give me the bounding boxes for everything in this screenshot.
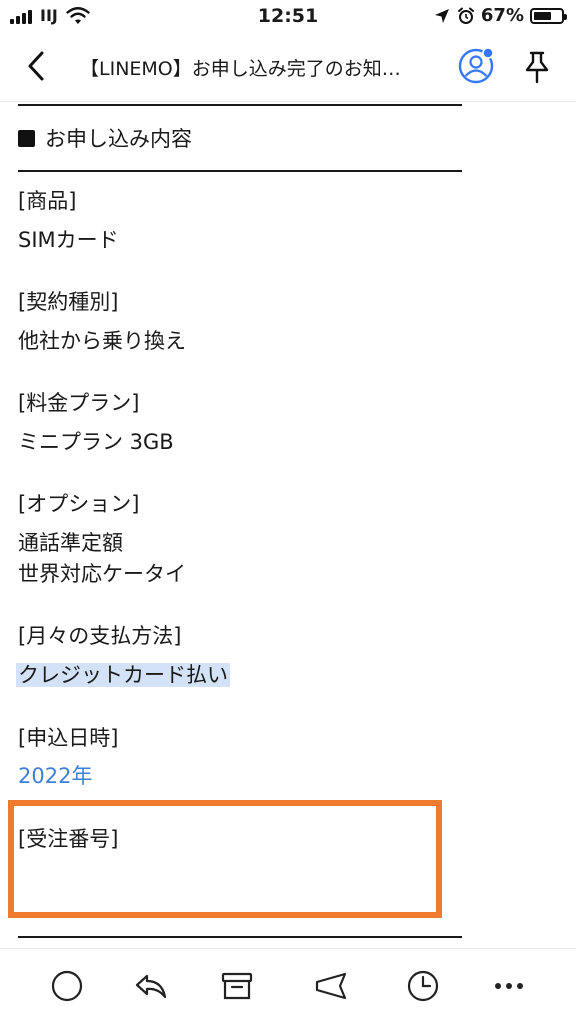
field-value-plan: ミニプラン 3GB <box>18 430 174 454</box>
email-header: 【LINEMO】お申し込み完了のお知… <box>0 34 576 102</box>
field-value-contract-type: 他社から乗り換え <box>18 329 186 353</box>
field-value-application-date-link[interactable]: 2022年 <box>18 760 92 792</box>
forward-button[interactable] <box>314 969 348 1003</box>
mark-unread-button[interactable] <box>50 969 84 1003</box>
divider-line <box>18 936 462 938</box>
field-label-payment: [月々の支払方法] <box>18 624 182 648</box>
field-label-product: [商品] <box>18 189 77 213</box>
alarm-icon <box>457 7 474 24</box>
bottom-toolbar <box>0 948 576 1024</box>
status-right: 67% <box>433 5 567 26</box>
field-label-contract-type: [契約種別] <box>18 290 119 314</box>
notification-dot <box>482 47 494 59</box>
archive-icon <box>221 972 253 1000</box>
more-button[interactable] <box>492 969 526 1003</box>
archive-button[interactable] <box>220 969 254 1003</box>
reply-icon <box>135 974 167 999</box>
back-chevron-icon[interactable] <box>22 48 52 84</box>
circle-icon <box>51 970 83 1002</box>
location-arrow-icon <box>434 8 449 23</box>
section-heading: お申し込み内容 <box>18 123 192 153</box>
divider-line <box>18 170 462 172</box>
clock-icon <box>407 970 439 1002</box>
account-avatar-icon[interactable] <box>456 46 496 86</box>
black-square-icon <box>18 129 35 147</box>
field-label-options: [オプション] <box>18 492 140 516</box>
status-bar: IIJ 12:51 67% <box>0 0 576 34</box>
divider-line <box>18 104 462 106</box>
selected-text[interactable]: クレジットカード払い <box>16 663 230 687</box>
field-value-payment[interactable]: クレジットカード払い <box>16 659 230 691</box>
forward-icon <box>315 972 347 1000</box>
battery-percentage: 67% <box>480 5 524 26</box>
more-icon <box>495 983 523 989</box>
field-value-option-1: 通話準定額 <box>18 531 123 555</box>
email-subject-title: 【LINEMO】お申し込み完了のお知… <box>80 58 401 80</box>
battery-fill <box>534 11 552 20</box>
field-label-application-date: [申込日時] <box>18 726 119 750</box>
annotation-highlight-box <box>8 800 442 918</box>
field-value-option-2: 世界対応ケータイ <box>18 562 186 586</box>
pin-icon[interactable] <box>522 50 552 84</box>
field-value-product: SIMカード <box>18 228 119 252</box>
snooze-button[interactable] <box>406 969 440 1003</box>
battery-icon <box>530 7 567 24</box>
section-heading-text: お申し込み内容 <box>45 127 192 151</box>
field-label-plan: [料金プラン] <box>18 391 140 415</box>
reply-button[interactable] <box>134 969 168 1003</box>
